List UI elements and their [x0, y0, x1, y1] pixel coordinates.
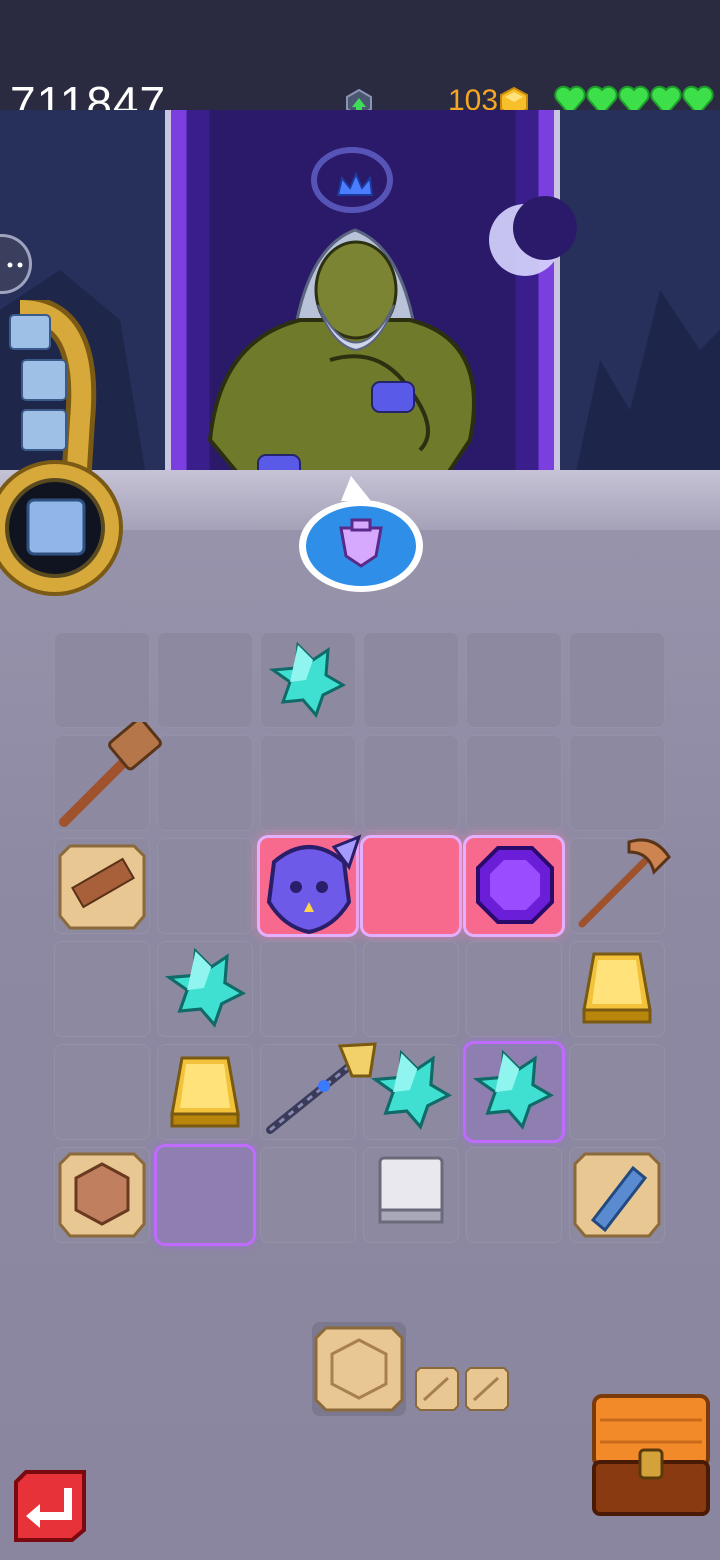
board-cell[interactable] [363, 941, 459, 1037]
board-cell[interactable] [54, 941, 150, 1037]
board-cell[interactable] [260, 735, 356, 831]
treasure-chest-button[interactable] [590, 1390, 712, 1522]
gold-ingot-item[interactable] [580, 948, 654, 1026]
pickaxe-item[interactable] [574, 832, 674, 932]
request-bubble[interactable] [296, 476, 426, 596]
undo-button[interactable] [12, 1468, 88, 1544]
sand-hex-tile-item[interactable] [312, 1322, 406, 1416]
board-cell[interactable] [569, 632, 665, 728]
board-cell[interactable] [54, 1044, 150, 1140]
copper-hex-tile-item[interactable] [58, 1150, 146, 1238]
wood-plank-tile-item[interactable] [58, 842, 146, 930]
copper-hammer-item[interactable] [54, 722, 166, 834]
sand-small-tile-item[interactable] [464, 1366, 510, 1412]
board-cell[interactable] [466, 1147, 562, 1243]
board-cell[interactable] [260, 941, 356, 1037]
board-cell[interactable] [363, 632, 459, 728]
teal-crystal-item[interactable] [370, 1048, 454, 1132]
board-cell[interactable] [466, 941, 562, 1037]
board-cell-highlighted[interactable] [157, 1147, 253, 1243]
teal-crystal-item[interactable] [472, 1048, 556, 1132]
gold-ingot-item[interactable] [168, 1052, 242, 1130]
blue-crystal-tile-item[interactable] [573, 1150, 661, 1238]
board-cell[interactable] [466, 632, 562, 728]
board-cell[interactable] [569, 735, 665, 831]
menu-button[interactable] [0, 234, 32, 294]
board-cell[interactable] [466, 735, 562, 831]
teal-crystal-item[interactable] [164, 946, 248, 1030]
board-cell[interactable] [260, 1147, 356, 1243]
sand-small-tile-item[interactable] [414, 1366, 460, 1412]
board-cell-highlighted[interactable] [363, 838, 459, 934]
board-cell[interactable] [569, 1044, 665, 1140]
board-cell[interactable] [54, 632, 150, 728]
treasure-chest-icon [592, 1394, 710, 1516]
board-cell[interactable] [157, 632, 253, 728]
silver-ingot-item[interactable] [376, 1152, 446, 1228]
golden-scepter-item[interactable] [260, 1036, 380, 1140]
menu-face-icon [7, 262, 23, 268]
teal-crystal-item[interactable] [268, 640, 348, 720]
board-cell[interactable] [363, 735, 459, 831]
board-cell[interactable] [157, 735, 253, 831]
purple-gem-item[interactable] [474, 844, 556, 926]
dragon-helmet-item[interactable] [254, 832, 364, 936]
chain-wheel [0, 300, 123, 596]
board-cell[interactable] [157, 838, 253, 934]
